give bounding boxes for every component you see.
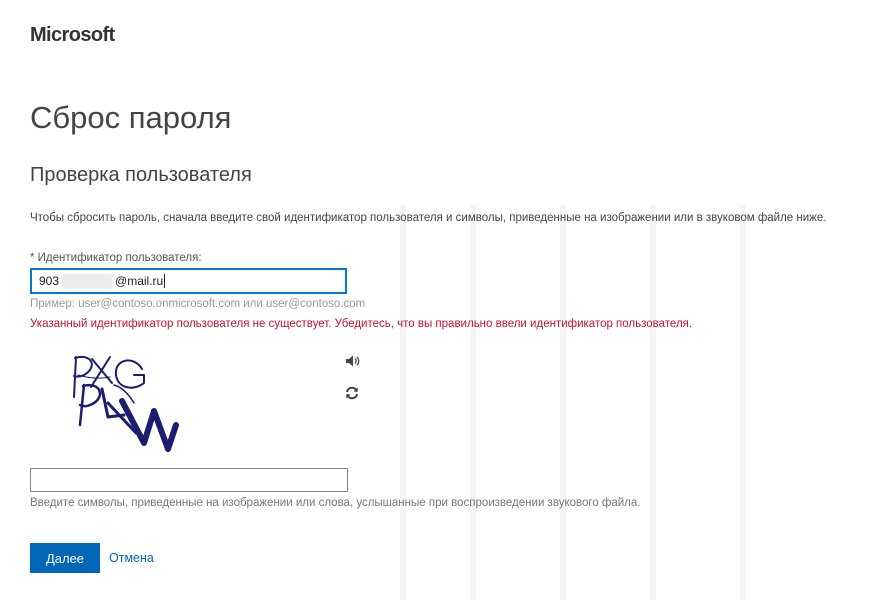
user-id-value-prefix: 903 xyxy=(39,274,60,288)
microsoft-logo: Microsoft xyxy=(30,24,115,46)
background-stripe xyxy=(470,205,476,600)
background-stripe xyxy=(560,205,566,600)
user-id-example: Пример: user@contoso.onmicrosoft.com или… xyxy=(30,298,366,310)
background-stripe xyxy=(650,205,656,600)
background-stripe xyxy=(400,205,406,600)
captcha-hint: Введите символы, приведенные на изображе… xyxy=(30,497,641,509)
user-id-label: * Идентификатор пользователя: xyxy=(30,252,202,264)
instructions-text: Чтобы сбросить пароль, сначала введите с… xyxy=(30,212,827,224)
text-caret xyxy=(164,274,166,288)
refresh-icon[interactable] xyxy=(343,384,361,402)
background-stripe xyxy=(740,205,746,600)
page-title: Сброс пароля xyxy=(30,100,232,135)
user-id-value-suffix: @mail.ru xyxy=(115,274,164,288)
user-id-input[interactable]: 903 @mail.ru xyxy=(30,268,347,294)
next-button[interactable]: Далее xyxy=(30,543,100,573)
user-id-error-message: Указанный идентификатор пользователя не … xyxy=(30,318,693,330)
page-subtitle: Проверка пользователя xyxy=(30,164,252,186)
captcha-image xyxy=(64,345,194,455)
speaker-icon[interactable] xyxy=(343,352,361,370)
cancel-link[interactable]: Отмена xyxy=(109,551,154,565)
redacted-segment xyxy=(61,273,114,289)
captcha-input[interactable] xyxy=(30,468,348,492)
